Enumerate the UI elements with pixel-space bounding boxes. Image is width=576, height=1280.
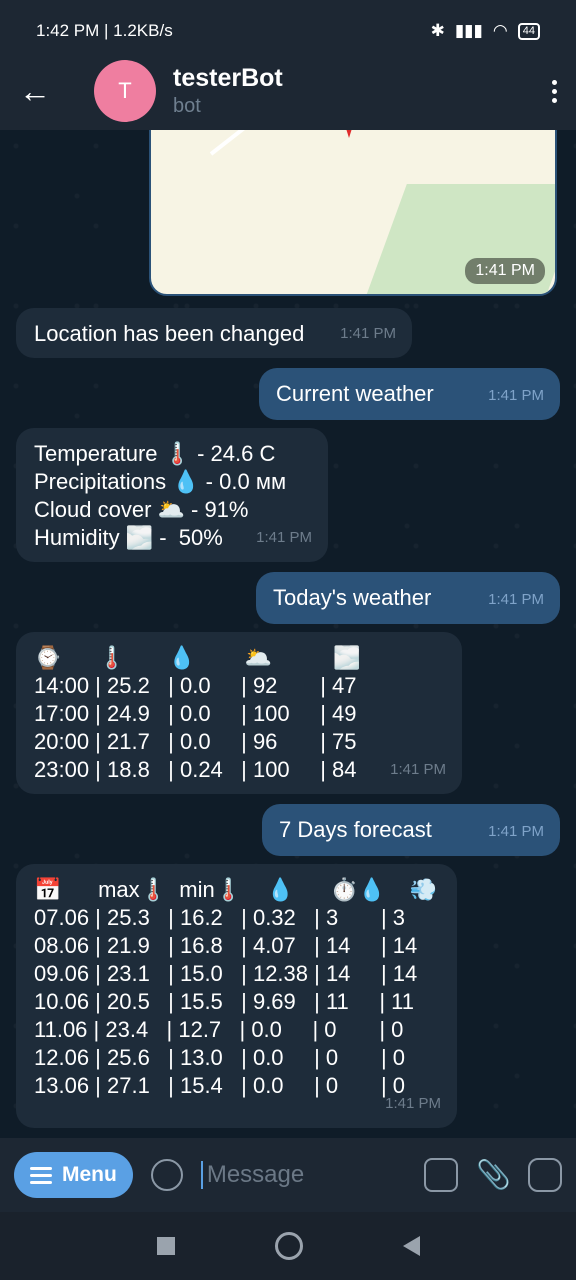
message-time: 1:41 PM <box>340 325 396 342</box>
chat-subtitle: bot <box>173 95 201 117</box>
home-icon[interactable] <box>274 1232 303 1260</box>
message-time: 1:41 PM <box>488 591 544 608</box>
camera-icon[interactable] <box>528 1158 562 1192</box>
table-row: 12.06 | 25.6 | 13.0 | 0.0 | 0 | 0 <box>34 1045 406 1070</box>
location-map[interactable]: 1:41 PM <box>149 130 557 296</box>
attach-icon[interactable]: 📎 <box>476 1158 511 1192</box>
weather-line: Cloud cover 🌥️ - 91% <box>34 497 249 522</box>
message-time: 1:41 PM <box>385 1095 441 1112</box>
message-current-weather[interactable]: Current weather 1:41 PM <box>259 368 560 420</box>
table-row: 11.06 | 23.4 | 12.7 | 0.0 | 0 | 0 <box>34 1017 404 1042</box>
message-7-days-forecast[interactable]: 7 Days forecast 1:41 PM <box>262 804 560 856</box>
message-composer: Menu Message 📎 <box>0 1138 576 1212</box>
chat-header: ← T testerBot bot <box>0 52 576 130</box>
weather-line: Temperature 🌡️ - 24.6 C <box>34 441 276 466</box>
chat-area[interactable]: 1:41 PM Location has been changed 1:41 P… <box>0 130 576 1138</box>
bluetooth-icon: ✱ <box>430 21 445 40</box>
table-row: 09.06 | 23.1 | 15.0 | 12.38 | 14 | 14 <box>34 961 418 986</box>
message-text: Location has been changed <box>34 321 305 346</box>
table-header: ⌚ 🌡️ 💧 🌥️ 🌫️ <box>34 645 361 670</box>
more-options-icon[interactable] <box>532 79 576 103</box>
hamburger-icon <box>30 1166 52 1184</box>
message-location-changed[interactable]: Location has been changed 1:41 PM <box>16 308 412 358</box>
message-time: 1:41 PM <box>256 529 312 546</box>
message-hourly-table[interactable]: ⌚ 🌡️ 💧 🌥️ 🌫️ 14:00 | 25.2 | 0.0 | 92 | 4… <box>16 632 462 794</box>
menu-label: Menu <box>62 1163 117 1186</box>
table-row: 13.06 | 27.1 | 15.4 | 0.0 | 0 | 0 <box>34 1073 406 1098</box>
system-nav-bar <box>0 1212 576 1280</box>
table-row: 08.06 | 21.9 | 16.8 | 4.07 | 14 | 14 <box>34 933 418 958</box>
wifi-icon: ◠ <box>492 21 508 40</box>
map-pin-icon <box>344 130 354 138</box>
chat-title-block[interactable]: testerBot bot <box>173 64 532 118</box>
table-header: 📅 max🌡️ min🌡️ 💧 ⏱️💧 💨 <box>34 877 438 902</box>
table-row: 20:00 | 21.7 | 0.0 | 96 | 75 <box>34 729 357 754</box>
message-time: 1:41 PM <box>488 823 544 840</box>
message-text: Current weather <box>276 381 434 406</box>
message-text: 7 Days forecast <box>279 817 432 842</box>
table-row: 17:00 | 24.9 | 0.0 | 100 | 49 <box>34 701 357 726</box>
menu-button[interactable]: Menu <box>14 1152 133 1198</box>
battery-icon: 44 <box>517 22 540 40</box>
table-row: 10.06 | 20.5 | 15.5 | 9.69 | 11 | 11 <box>34 989 415 1014</box>
back-arrow-icon[interactable]: ← <box>0 73 70 110</box>
recents-icon[interactable] <box>156 1237 175 1255</box>
message-todays-weather[interactable]: Today's weather 1:41 PM <box>256 572 560 624</box>
message-time: 1:41 PM <box>488 387 544 404</box>
map-time: 1:41 PM <box>465 258 545 284</box>
message-text: Today's weather <box>273 585 432 610</box>
bot-keyboard-icon[interactable] <box>424 1158 458 1192</box>
chat-title: testerBot <box>173 64 283 92</box>
message-input[interactable]: Message <box>200 1161 406 1189</box>
message-weather-details[interactable]: Temperature 🌡️ - 24.6 C Precipitations 💧… <box>16 428 328 562</box>
table-row: 14:00 | 25.2 | 0.0 | 92 | 47 <box>34 673 357 698</box>
weather-line: Precipitations 💧 - 0.0 мм <box>34 469 287 494</box>
back-icon[interactable] <box>402 1236 420 1256</box>
message-time: 1:41 PM <box>390 761 446 778</box>
message-forecast-table[interactable]: 📅 max🌡️ min🌡️ 💧 ⏱️💧 💨 07.06 | 25.3 | 16.… <box>16 864 457 1128</box>
table-row: 23:00 | 18.8 | 0.24 | 100 | 84 <box>34 757 357 782</box>
status-time: 1:42 PM | 1.2KB/s <box>36 21 173 40</box>
table-row: 07.06 | 25.3 | 16.2 | 0.32 | 3 | 3 <box>34 905 406 930</box>
emoji-icon[interactable] <box>150 1159 183 1191</box>
avatar[interactable]: T <box>94 60 156 122</box>
signal-icon: ▮▮▮ <box>454 21 483 40</box>
